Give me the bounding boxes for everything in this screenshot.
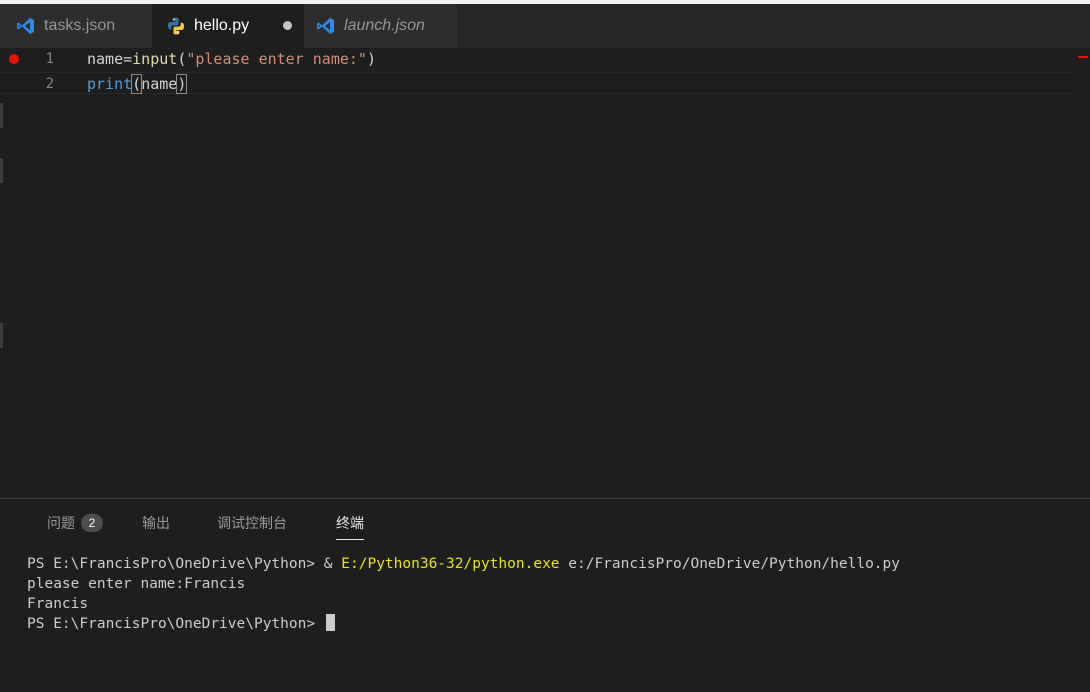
code-token: print — [87, 75, 133, 93]
code-token: "please enter name:" — [186, 50, 367, 68]
code-token: input — [132, 50, 178, 68]
line-number: 2 — [45, 76, 54, 92]
tab-output[interactable]: 输出 — [142, 513, 170, 533]
code-line[interactable]: 1 name=input("please enter name:") — [0, 48, 1090, 70]
code-token: ) — [366, 50, 376, 68]
gutter-marker — [0, 158, 3, 183]
unsaved-dot-icon[interactable] — [283, 21, 292, 30]
tab-terminal[interactable]: 终端 — [336, 513, 364, 540]
terminal-output[interactable]: PS E:\FrancisPro\OneDrive\Python> & E:/P… — [27, 554, 900, 634]
terminal-line: PS E:\FrancisPro\OneDrive\Python> — [27, 614, 900, 634]
tab-tasks-json[interactable]: tasks.json — [0, 4, 152, 48]
tab-label: hello.py — [194, 17, 250, 34]
breakpoint-icon[interactable] — [9, 54, 19, 64]
code-token: ( — [177, 50, 187, 68]
tab-problems[interactable]: 问题 2 — [47, 513, 103, 533]
editor-tab-bar: tasks.json hello.py launch.json — [0, 4, 1090, 48]
panel-tab-label: 调试控制台 — [217, 515, 287, 531]
terminal-line: please enter name:Francis — [27, 576, 246, 592]
terminal-argument: e:/FrancisPro/OneDrive/Python/hello.py — [559, 556, 900, 572]
tab-launch-json[interactable]: launch.json — [304, 4, 457, 48]
panel-tab-label: 输出 — [142, 515, 170, 531]
bottom-panel: 问题 2 输出 调试控制台 终端 PS E:\FrancisPro\OneDri… — [0, 498, 1090, 692]
problems-count-badge: 2 — [81, 514, 103, 532]
code-editor[interactable]: 1 name=input("please enter name:") 2 pri… — [0, 48, 1090, 498]
code-text: name=input("please enter name:") — [87, 48, 376, 70]
terminal-prompt: PS E:\FrancisPro\OneDrive\Python> — [27, 616, 324, 632]
panel-tab-label: 问题 — [47, 515, 75, 531]
tab-hello-py[interactable]: hello.py — [152, 4, 304, 48]
code-token: ( — [131, 74, 143, 94]
vscode-icon — [16, 16, 36, 36]
tab-debug-console[interactable]: 调试控制台 — [217, 513, 287, 533]
python-icon — [166, 16, 186, 36]
panel-tab-label: 终端 — [336, 515, 364, 531]
terminal-line: PS E:\FrancisPro\OneDrive\Python> & E:/P… — [27, 554, 900, 574]
code-text: print(name) — [87, 73, 188, 95]
code-token: = — [123, 50, 133, 68]
code-token: name — [141, 75, 178, 93]
gutter-marker — [0, 323, 3, 348]
gutter-marker — [0, 103, 3, 128]
line-number: 1 — [45, 51, 54, 67]
code-token: name — [87, 50, 124, 68]
terminal-line: Francis — [27, 596, 89, 612]
vscode-icon — [316, 16, 336, 36]
tab-label: tasks.json — [44, 17, 116, 34]
code-token: ) — [176, 74, 188, 94]
editor-scrollbar[interactable] — [1076, 48, 1090, 498]
terminal-cursor — [325, 614, 335, 631]
code-line-current[interactable]: 2 print(name) — [0, 72, 1090, 94]
breakpoint-ruler-mark — [1078, 56, 1088, 58]
tab-label: launch.json — [344, 17, 425, 34]
terminal-command: E:/Python36-32/python.exe — [341, 556, 560, 572]
terminal-prompt: PS E:\FrancisPro\OneDrive\Python> & — [27, 556, 342, 572]
